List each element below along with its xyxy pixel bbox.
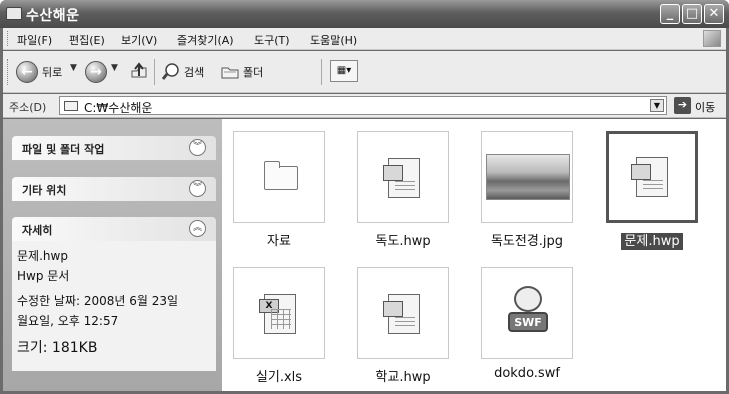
thumbnail[interactable] [481,131,573,223]
address-input[interactable]: C:₩수산해운 ▼ [59,96,667,115]
panel-title: 파일 및 폴더 작업 [22,143,105,156]
detail-file-name: 문제.hwp [17,249,68,263]
explorer-window: 수산해운 _ □ ✕ 파일(F) 편집(E) 보기(V) 즐겨찾기(A) 도구(… [0,0,729,394]
detail-modified-date: 수정한 날짜: 2008년 6월 23일 [17,294,179,308]
file-name: 독도.hwp [375,234,431,249]
menu-bar: 파일(F) 편집(E) 보기(V) 즐겨찾기(A) 도구(T) 도움말(H) [3,28,726,50]
menu-tools[interactable]: 도구(T) [254,32,290,48]
file-name: dokdo.swf [494,366,560,381]
panel-file-folder-tasks[interactable]: 파일 및 폴더 작업 ︾ [12,136,216,160]
title-bar[interactable]: 수산해운 _ □ ✕ [0,0,729,28]
task-pane: 파일 및 폴더 작업 ︾ 기타 위치 ︾ 자세히 ︽ 문제.hwp Hwp 문서… [3,119,222,391]
address-path: C:₩수산해운 [84,101,153,115]
panel-details[interactable]: 자세히 ︽ [12,217,216,241]
panel-other-places[interactable]: 기타 위치 ︾ [12,177,216,201]
thumbnail[interactable] [233,131,325,223]
menu-edit[interactable]: 편집(E) [69,32,105,48]
detail-file-type: Hwp 문서 [17,269,70,283]
back-arrow-icon[interactable]: ← [16,61,38,83]
forward-arrow-icon[interactable]: → [85,61,107,83]
standard-toolbar: ← 뒤로 ▼ → ▼ 검색 폴더 ▦▾ [3,51,726,93]
toolbar-separator [321,59,322,85]
detail-size: 크기: 181KB [17,340,98,356]
views-icon[interactable]: ▦▾ [330,60,358,82]
thumbnail[interactable] [606,131,698,223]
thumbnail[interactable]: X [233,267,325,359]
panel-title: 기타 위치 [22,184,67,197]
file-name: 문제.hwp [586,230,718,250]
folder-icon [264,161,298,190]
up-folder-icon[interactable] [129,61,149,83]
file-view[interactable]: 자료 독도.hwp 독도전경.jpg 문제.hwp X 실기.xls 학교.hw… [222,119,726,391]
file-name: 자료 [267,234,291,249]
maximize-button[interactable]: □ [682,4,702,24]
chevron-up-icon[interactable]: ︽ [189,220,206,237]
folders-icon[interactable] [220,62,240,82]
search-button-label[interactable]: 검색 [184,64,204,80]
address-bar: 주소(D) C:₩수산해운 ▼ ➔ 이동 [3,94,726,118]
toolbar-separator [154,59,155,85]
toolbar-grip[interactable] [7,59,10,85]
file-name: 학교.hwp [375,370,431,385]
details-body: 문제.hwp Hwp 문서 수정한 날짜: 2008년 6월 23일 월요일, … [12,241,216,371]
photo-thumbnail-icon [486,154,570,200]
address-label: 주소(D) [9,101,47,114]
hwp-document-icon [383,158,420,198]
chevron-down-icon[interactable]: ︾ [189,139,206,156]
excel-document-icon: X [259,294,296,334]
toolbar-grip[interactable] [7,31,10,46]
back-button-label[interactable]: 뒤로 [42,64,62,80]
minimize-button[interactable]: _ [660,4,680,24]
menu-file[interactable]: 파일(F) [17,32,52,48]
search-icon[interactable] [161,62,181,82]
thumbnail[interactable]: SWF [481,267,573,359]
detail-modified-time: 월요일, 오후 12:57 [17,314,119,328]
file-name: 실기.xls [255,370,303,385]
hwp-document-icon [383,294,420,334]
close-button[interactable]: ✕ [704,4,724,24]
folders-button-label[interactable]: 폴더 [243,64,263,80]
folder-icon [64,101,78,111]
chevron-down-icon[interactable]: ︾ [189,180,206,197]
panel-title: 자세히 [22,224,53,237]
forward-dropdown-icon[interactable]: ▼ [111,63,118,73]
file-name: 독도전경.jpg [490,234,564,249]
folder-icon [6,7,22,20]
menu-favorites[interactable]: 즐겨찾기(A) [177,32,234,48]
go-arrow-icon[interactable]: ➔ [674,97,691,114]
window-title: 수산해운 [26,8,80,24]
back-dropdown-icon[interactable]: ▼ [70,63,77,73]
chevron-down-icon[interactable]: ▼ [650,99,664,112]
windows-logo-icon [703,30,721,47]
menu-view[interactable]: 보기(V) [121,32,157,48]
thumbnail[interactable] [357,131,449,223]
flash-swf-icon: SWF [508,286,548,338]
go-button-label[interactable]: 이동 [695,99,715,115]
hwp-document-icon [631,157,668,197]
thumbnail[interactable] [357,267,449,359]
menu-help[interactable]: 도움말(H) [310,32,357,48]
